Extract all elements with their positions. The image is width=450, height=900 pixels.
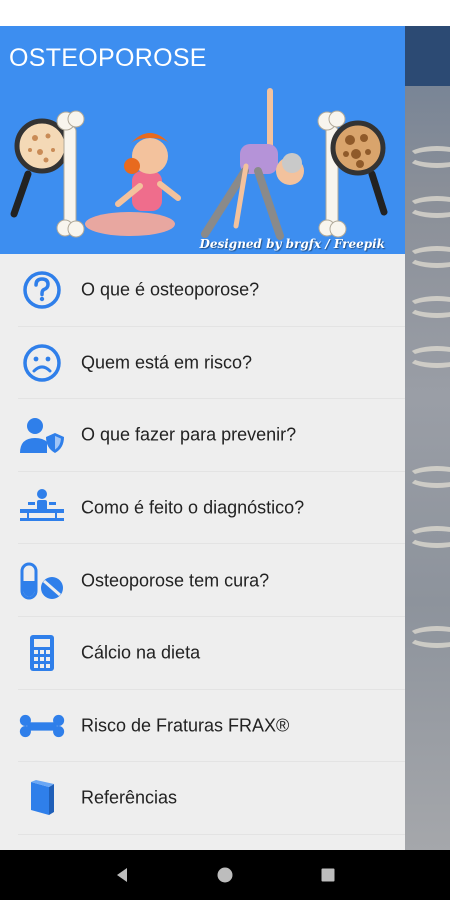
menu-item-label: Referências bbox=[81, 787, 178, 808]
x-ray-table-icon bbox=[18, 487, 66, 529]
menu-item-what-is[interactable]: O que é osteoporose? bbox=[0, 254, 405, 327]
magnifier-left-icon bbox=[10, 118, 70, 218]
calculator-icon bbox=[18, 632, 66, 674]
book-icon bbox=[18, 777, 66, 819]
background-rib bbox=[407, 196, 450, 218]
menu-item-risk[interactable]: Quem está em risco? bbox=[0, 327, 405, 400]
menu-item-label: Risco de Fraturas FRAX® bbox=[81, 715, 290, 736]
background-rib bbox=[407, 466, 450, 488]
menu-item-label: O que é osteoporose? bbox=[81, 279, 260, 300]
divider bbox=[18, 833, 405, 835]
drawer-menu: O que é osteoporose? Quem está em risco? bbox=[0, 254, 405, 835]
image-credit: Designed by brgfx / Freepik bbox=[199, 237, 385, 251]
background-rib bbox=[407, 246, 450, 268]
recents-icon[interactable] bbox=[308, 855, 348, 895]
menu-item-references[interactable]: Referências bbox=[0, 762, 405, 835]
menu-item-calcium[interactable]: Cálcio na dieta bbox=[0, 617, 405, 690]
bone-icon bbox=[18, 705, 66, 747]
menu-item-label: Cálcio na dieta bbox=[81, 642, 201, 663]
home-icon[interactable] bbox=[205, 855, 245, 895]
background-screen[interactable] bbox=[405, 26, 450, 850]
woman-stretching-icon bbox=[85, 133, 181, 236]
background-rib bbox=[407, 346, 450, 368]
menu-item-label: O que fazer para prevenir? bbox=[81, 424, 297, 445]
menu-item-frax[interactable]: Risco de Fraturas FRAX® bbox=[0, 690, 405, 763]
menu-item-label: Como é feito o diagnóstico? bbox=[81, 497, 305, 518]
drawer-header: OSTEOPOROSE Designed by brgfx / Freepik bbox=[0, 26, 405, 254]
menu-item-cure[interactable]: Osteoporose tem cura? bbox=[0, 544, 405, 617]
app-title: OSTEOPOROSE bbox=[9, 44, 207, 72]
magnifier-right-icon bbox=[330, 120, 388, 216]
menu-item-label: Osteoporose tem cura? bbox=[81, 570, 270, 591]
background-rib bbox=[407, 626, 450, 648]
menu-item-label: Quem está em risco? bbox=[81, 352, 253, 373]
background-rib bbox=[407, 146, 450, 168]
sad-face-icon bbox=[18, 342, 66, 384]
menu-item-prevent[interactable]: O que fazer para prevenir? bbox=[0, 399, 405, 472]
navigation-drawer: OSTEOPOROSE Designed by brgfx / Freepik … bbox=[0, 26, 405, 850]
background-rib bbox=[407, 296, 450, 318]
back-icon[interactable] bbox=[102, 855, 142, 895]
question-circle-icon bbox=[18, 269, 66, 311]
background-toolbar bbox=[405, 26, 450, 86]
system-navigation-bar bbox=[0, 850, 450, 900]
elderly-woman-yoga-icon bbox=[201, 88, 304, 240]
menu-item-diagnosis[interactable]: Como é feito o diagnóstico? bbox=[0, 472, 405, 545]
status-bar bbox=[0, 0, 450, 26]
background-rib bbox=[407, 526, 450, 548]
pills-icon bbox=[18, 560, 66, 602]
user-shield-icon bbox=[18, 414, 66, 456]
